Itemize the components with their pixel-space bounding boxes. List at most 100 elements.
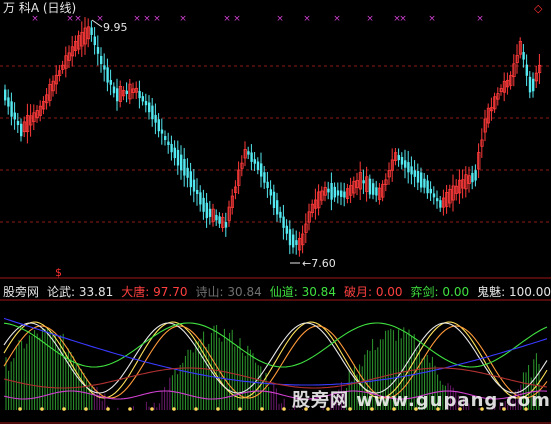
candle-body [330,183,333,200]
candle-body [186,167,189,178]
candle-body [167,141,170,146]
candle-body [189,171,192,188]
indicator-legend: 股旁网 论武: 33.81 大唐: 97.70 诗山: 30.84 仙道: 30… [3,283,551,299]
candle-body [423,178,426,188]
candle-body [164,136,167,140]
candle-body [116,88,119,102]
candle-body [260,163,263,177]
candle-body [295,240,298,246]
candle-body [4,89,7,101]
signal-x-mark: × [476,14,484,24]
indicator-line [3,322,548,394]
candle-body [263,172,266,183]
indicator-dot [216,407,220,411]
candle-body [208,208,212,217]
candle-body [429,188,432,194]
signal-x-mark: × [333,14,341,24]
indicator-dot [150,407,154,411]
candle-body [196,189,199,195]
signal-x-mark: × [153,14,161,24]
signal-x-mark: × [143,14,151,24]
low-price-label: ←7.60 [302,257,336,271]
indicator-dot [128,407,132,411]
candle-body [20,123,23,137]
candle-body [109,80,112,85]
indicator-dot [106,407,110,411]
legend-item-xiandao: 仙道: 30.84 [269,285,336,299]
candle-body [253,159,256,164]
candle-body [375,187,378,196]
legend-item-yijian: 弈剑: 0.00 [410,285,470,299]
candle-body [10,101,13,117]
candle-body [413,170,416,177]
candle-body [144,100,148,106]
signal-x-mark: × [133,14,141,24]
low-price-value: 7.60 [311,257,336,270]
candle-body [103,65,106,70]
candle-body [266,181,269,189]
chart-canvas: × × × × × × × × × × × × × × ×× × × [0,14,551,424]
candle-body [327,188,330,193]
candle-body [292,234,295,248]
candle-body [16,120,20,126]
signal-x-mark: × [31,14,39,24]
candle-body [397,155,400,161]
candle-body [436,198,439,202]
candle-body [160,129,164,134]
candle-body [522,52,525,60]
candle-body [333,186,336,198]
signal-x-mark: × [223,14,231,24]
diamond-icon[interactable]: ◇ [534,2,542,15]
candle-body [202,197,205,212]
candlestick-series [4,17,542,257]
signal-marks: × × × × × × × × × × × × × × ×× × × [31,14,484,24]
candle-body [426,180,429,194]
candle-body [141,96,144,102]
candle-body [474,170,477,181]
signal-x-mark: × [74,14,82,24]
candle-body [183,159,186,176]
candle-body [138,90,141,99]
candle-body [340,190,343,197]
candle-body [525,64,528,76]
candle-body [100,55,103,65]
legend-item-shishan: 诗山: 30.84 [195,285,262,299]
indicator-dot [84,407,88,411]
candle-body [218,216,221,224]
candle-body [368,178,372,195]
candle-body [199,192,202,205]
candle-body [157,119,160,132]
candle-body [247,151,250,155]
legend-item-guimei: 鬼魅: 100.00 [477,285,551,299]
signal-x-mark: × [233,14,241,24]
candle-body [205,202,208,219]
indicator-name[interactable]: 股旁网 [3,283,39,299]
high-price-label: 9.95 [103,21,128,34]
indicator-dot [62,407,66,411]
signal-x-mark: × [428,14,436,24]
candle-body [528,76,532,93]
indicator-dot [282,407,286,411]
watermark-text: 股旁网 www.gupang.com [292,390,551,411]
candle-body [106,67,109,83]
signal-x-mark: × [399,14,407,24]
candle-body [170,143,173,153]
signal-x-mark: × [66,14,74,24]
candle-body [154,114,157,123]
signal-x-mark: × [179,14,187,24]
candle-body [173,147,176,159]
candle-body [7,97,10,107]
candle-body [343,191,346,198]
candle-body [362,180,365,184]
candle-body [192,179,196,192]
candle-body [282,216,285,228]
chart-title: 万 科A (日线) [3,1,77,15]
indicator-dot [194,407,198,411]
legend-item-lunwu: 论武: 33.81 [47,285,114,299]
indicator-dot [40,407,44,411]
candle-body [410,166,413,175]
candle-body [13,112,16,120]
indicator-dot [238,407,242,411]
candle-body [404,160,407,168]
candle-body [96,47,100,54]
